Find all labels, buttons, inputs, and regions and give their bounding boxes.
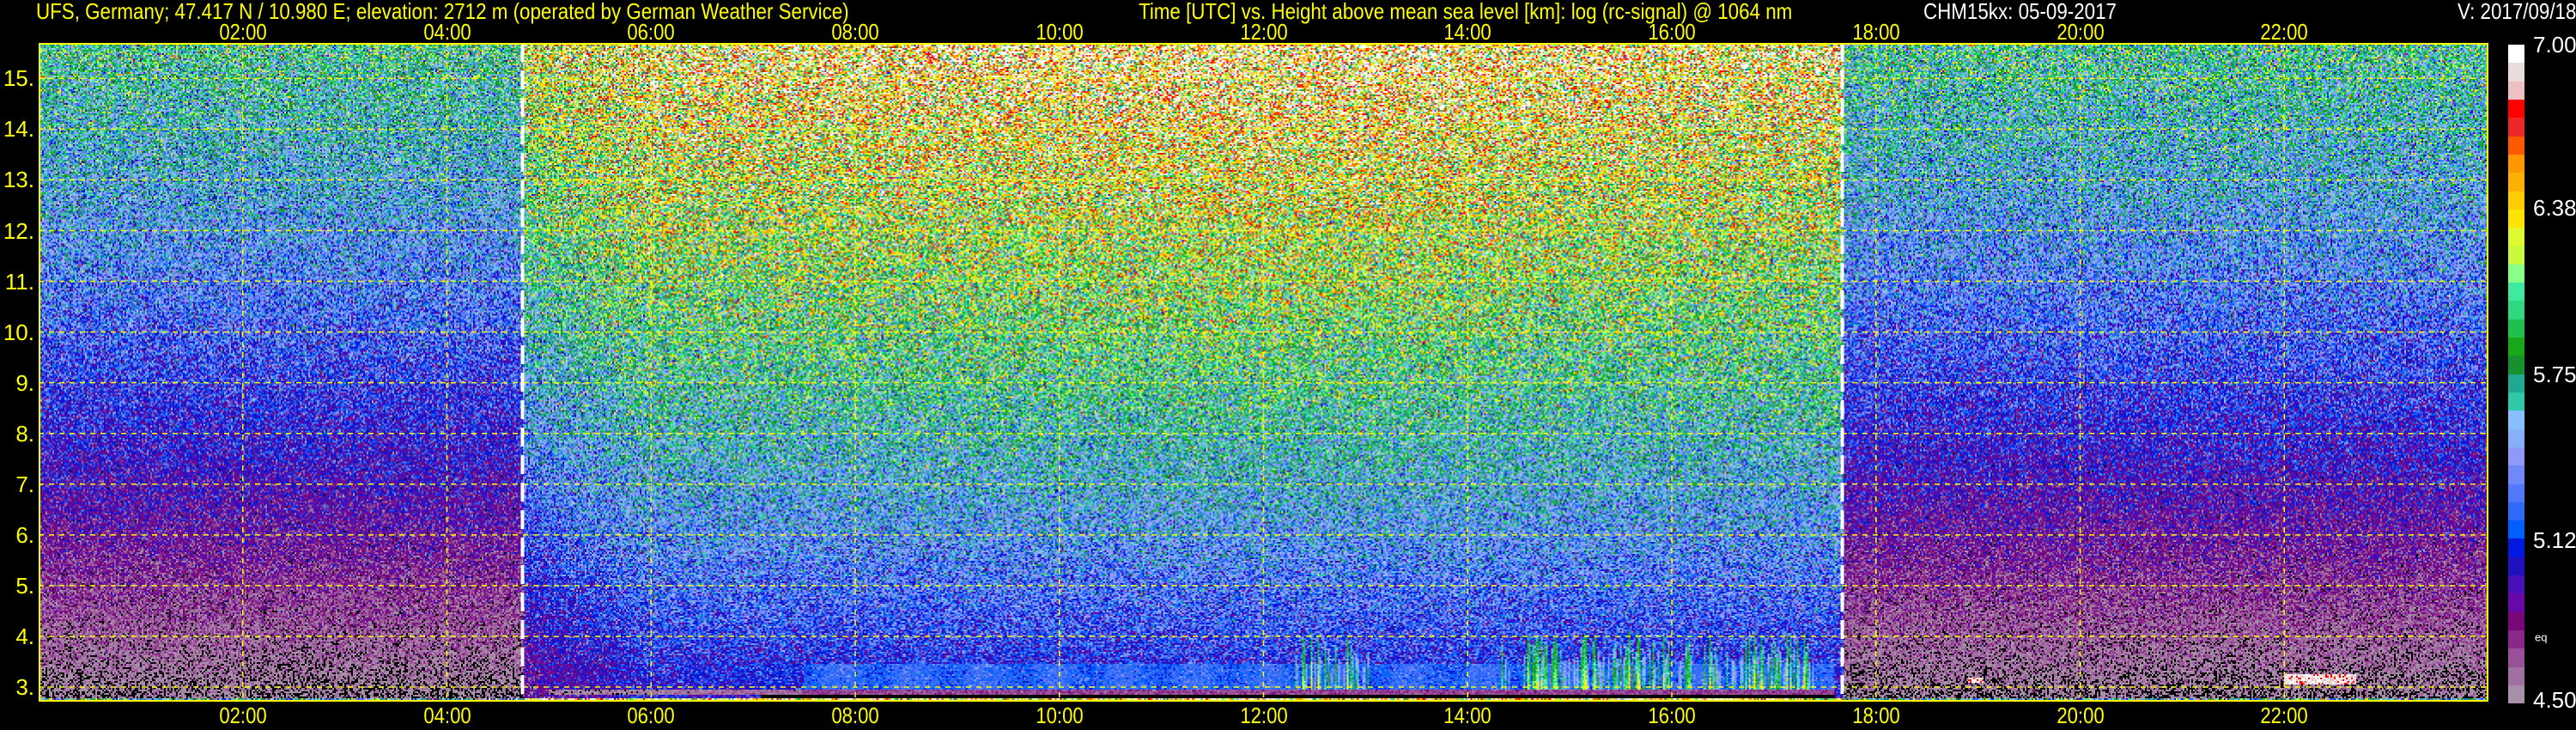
colorbar-segment — [2508, 575, 2524, 594]
colorbar-segment — [2508, 264, 2524, 283]
colorbar-segment — [2508, 630, 2524, 649]
x-tick-label: 02:00 — [219, 19, 267, 45]
colorbar-segment — [2508, 81, 2524, 100]
colorbar-tick-label: 6.38 — [2533, 195, 2576, 222]
colorbar-segment — [2508, 520, 2524, 539]
y-tick-label: 12. — [3, 217, 34, 244]
colorbar-segment — [2508, 99, 2524, 119]
x-tick-label: 20:00 — [2056, 703, 2105, 728]
colorbar-segment — [2508, 684, 2524, 704]
y-tick-label: 10. — [3, 319, 34, 345]
colorbar-segment — [2508, 611, 2524, 630]
x-tick-label: 12:00 — [1239, 19, 1288, 45]
grid-overlay — [39, 43, 2488, 702]
y-tick-label: 3. — [15, 673, 34, 700]
y-tick-label: 15. — [3, 65, 34, 92]
colorbar-segment — [2508, 465, 2524, 484]
x-tick-label: 16:00 — [1648, 703, 1696, 728]
plot-area — [39, 43, 2488, 702]
x-tick-label: 04:00 — [422, 703, 471, 728]
colorbar-segment — [2508, 356, 2524, 374]
colorbar-segment — [2508, 557, 2524, 576]
colorbar-segment — [2508, 666, 2524, 685]
y-tick-label: 14. — [3, 116, 34, 143]
colorbar-segment — [2508, 173, 2524, 192]
y-tick-label: 4. — [15, 623, 34, 649]
x-tick-label: 10:00 — [1036, 19, 1084, 45]
colorbar-segment — [2508, 283, 2524, 301]
y-tick-label: 8. — [15, 420, 34, 447]
colorbar-segment — [2508, 648, 2524, 667]
y-tick-label: 9. — [15, 369, 34, 396]
colorbar-segment — [2508, 45, 2524, 64]
y-tick-label: 7. — [15, 471, 34, 497]
colorbar-segment — [2508, 228, 2524, 246]
y-tick-label: 13. — [3, 167, 34, 193]
x-tick-label: 14:00 — [1443, 703, 1492, 728]
x-tick-label: 02:00 — [219, 703, 267, 728]
colorbar-segment — [2508, 447, 2524, 466]
y-tick-label: 6. — [15, 521, 34, 548]
colorbar — [2508, 45, 2524, 704]
x-tick-label: 16:00 — [1648, 19, 1696, 45]
colorbar-segment — [2508, 429, 2524, 447]
colorbar-tick-label: 7.00 — [2533, 32, 2576, 58]
colorbar-segment — [2508, 538, 2524, 557]
colorbar-segment — [2508, 338, 2524, 356]
x-tick-label: 18:00 — [1852, 703, 1900, 728]
colorbar-segment — [2508, 154, 2524, 173]
colorbar-tick-label: 5.75 — [2533, 361, 2576, 387]
colorbar-tick-label: 5.12 — [2533, 526, 2576, 553]
colorbar-segment — [2508, 301, 2524, 319]
y-tick-label: 5. — [15, 572, 34, 599]
colorbar-segment — [2508, 319, 2524, 338]
colorbar-segment — [2508, 118, 2524, 137]
x-tick-label: 06:00 — [627, 703, 675, 728]
y-tick-label: 11. — [4, 268, 34, 295]
x-tick-label: 22:00 — [2260, 19, 2308, 45]
x-tick-label: 20:00 — [2056, 19, 2105, 45]
colorbar-segment — [2508, 484, 2524, 502]
colorbar-segment — [2508, 502, 2524, 521]
colorbar-segment — [2508, 392, 2524, 411]
colorbar-segment — [2508, 593, 2524, 612]
x-tick-label: 04:00 — [422, 19, 471, 45]
x-tick-label: 10:00 — [1036, 703, 1084, 728]
x-tick-label: 18:00 — [1852, 19, 1900, 45]
colorbar-eq-label: eq — [2535, 630, 2548, 644]
colorbar-segment — [2508, 63, 2524, 82]
colorbar-segment — [2508, 136, 2524, 155]
colorbar-tick-label: 4.50 — [2533, 687, 2576, 713]
x-tick-label: 12:00 — [1239, 703, 1288, 728]
x-tick-label: 08:00 — [831, 19, 879, 45]
colorbar-segment — [2508, 209, 2524, 228]
colorbar-segment — [2508, 374, 2524, 392]
colorbar-segment — [2508, 191, 2524, 210]
version-label: V: 2017/09/18 — [2458, 0, 2576, 24]
colorbar-segment — [2508, 246, 2524, 265]
x-tick-label: 08:00 — [831, 703, 879, 728]
x-tick-label: 06:00 — [627, 19, 675, 45]
x-tick-label: 22:00 — [2260, 703, 2308, 728]
colorbar-segment — [2508, 411, 2524, 429]
x-tick-label: 14:00 — [1443, 19, 1492, 45]
